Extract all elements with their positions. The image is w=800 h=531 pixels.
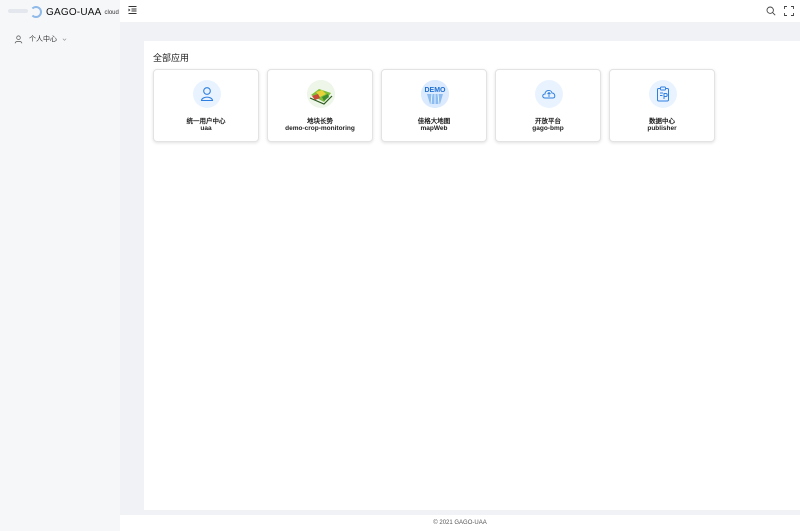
app-card-demo-crop-monitoring[interactable]: 地块长势 demo-crop-monitoring <box>267 69 373 142</box>
menu-fold-icon[interactable] <box>128 5 138 15</box>
footer: © 2021 GAGO-UAA <box>120 515 800 531</box>
app-icon-bg: DEMO <box>421 80 449 108</box>
top-bar <box>120 0 800 22</box>
app-logo[interactable]: GAGO-UAA cloud <box>8 3 119 21</box>
demo-globe-icon: DEMO <box>421 80 449 108</box>
clipboard-icon <box>657 86 669 102</box>
app-code: uaa <box>200 125 212 132</box>
page-title: 全部应用 <box>153 53 190 63</box>
user-icon <box>200 87 214 102</box>
apps-panel: 全部应用 统一用户中心 uaa 地块长势 demo-crop-monitorin… <box>144 41 800 510</box>
app-subtitle: cloud <box>104 10 119 16</box>
app-name: 统一用户中心 <box>186 118 226 125</box>
app-name: 数据中心 <box>649 118 675 125</box>
app-title: GAGO-UAA <box>46 6 102 18</box>
app-code: publisher <box>647 125 677 132</box>
app-icon-bg <box>649 80 677 108</box>
demo-label: DEMO <box>425 87 447 94</box>
app-name: 地块长势 <box>307 118 333 125</box>
sidebar: GAGO-UAA cloud 个人中心 <box>0 0 120 531</box>
app-card-gago-bmp[interactable]: 开放平台 gago-bmp <box>495 69 601 142</box>
app-name: 开放平台 <box>535 118 561 125</box>
app-name: 佳格大地图 <box>417 118 451 125</box>
cloud-icon <box>542 90 556 99</box>
app-icon-bg <box>193 80 221 108</box>
logo-icon <box>8 4 42 20</box>
search-icon[interactable] <box>766 6 776 16</box>
app-card-uaa[interactable]: 统一用户中心 uaa <box>153 69 259 142</box>
app-card-mapweb[interactable]: DEMO 佳格大地图 mapWeb <box>381 69 487 142</box>
app-code: mapWeb <box>420 125 448 132</box>
app-code: demo-crop-monitoring <box>285 125 355 132</box>
crop-map-icon <box>307 80 335 108</box>
app-card-publisher[interactable]: 数据中心 publisher <box>609 69 715 142</box>
app-icon-bg <box>535 80 563 108</box>
app-icon-bg <box>307 80 335 108</box>
fullscreen-icon[interactable] <box>784 6 794 16</box>
copyright-text: © 2021 GAGO-UAA <box>433 520 487 526</box>
sidebar-item-label: 个人中心 <box>29 36 57 43</box>
chevron-down-icon <box>62 37 67 41</box>
user-icon <box>14 35 23 43</box>
app-code: gago-bmp <box>532 125 564 132</box>
sidebar-item-personal-center[interactable]: 个人中心 <box>14 32 67 46</box>
